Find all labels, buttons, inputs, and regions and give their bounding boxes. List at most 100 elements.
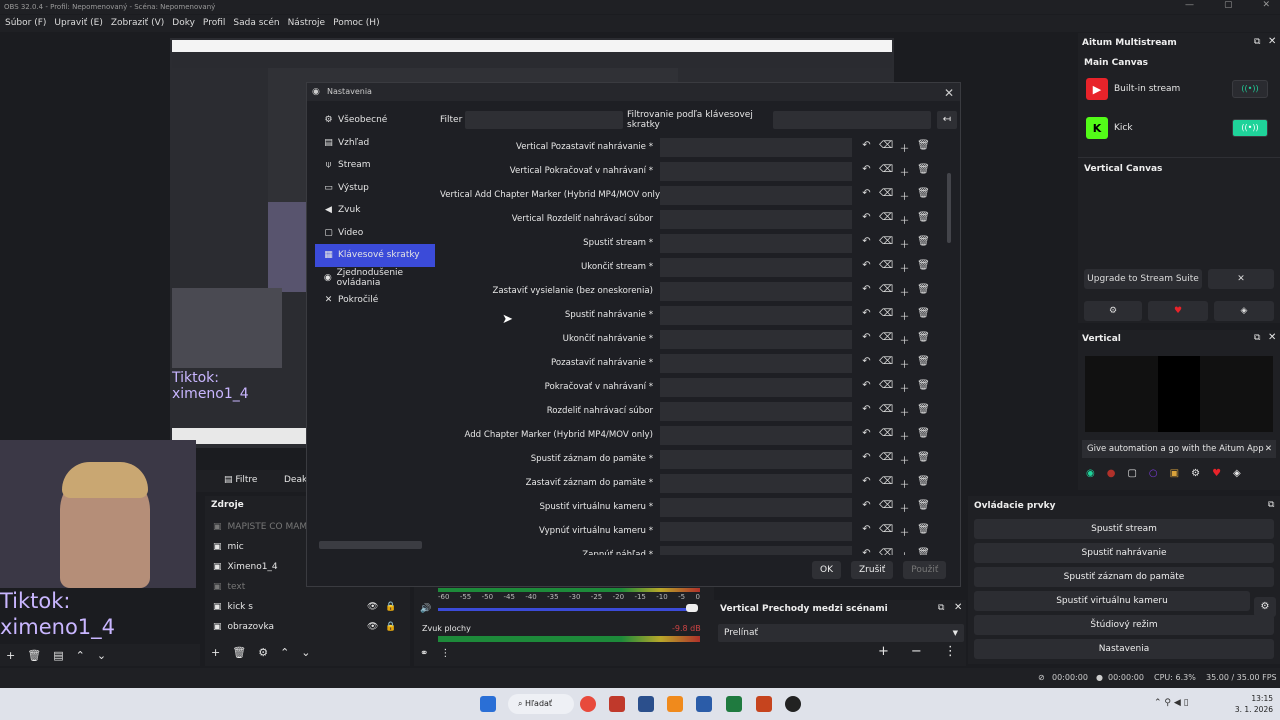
clear-icon[interactable]: ⌫ <box>879 164 893 179</box>
trash-icon[interactable]: 🗑 <box>917 188 930 203</box>
revert-icon[interactable]: ↶ <box>860 428 873 443</box>
clear-icon[interactable]: ⌫ <box>879 140 893 155</box>
heart-icon[interactable]: ♥ <box>1212 468 1221 479</box>
dock-close-icon[interactable]: ✕ <box>954 602 962 613</box>
source-settings-icon[interactable]: ⚙ <box>258 646 268 659</box>
virtual-camera-settings-icon[interactable]: ⚙ <box>1254 597 1276 617</box>
add-icon[interactable]: ＋ <box>898 212 911 227</box>
trash-icon[interactable]: 🗑 <box>917 140 930 155</box>
hotkey-scrollbar[interactable] <box>947 173 951 243</box>
eye-icon[interactable]: 👁 <box>367 622 378 632</box>
close-icon[interactable]: ✕ <box>944 84 954 102</box>
chrome-icon[interactable] <box>580 696 596 712</box>
hotkey-input[interactable] <box>660 449 852 469</box>
taskbar-search[interactable]: ⌕ Hľadať <box>508 694 574 714</box>
trash-icon[interactable]: 🗑 <box>917 404 930 419</box>
control-button[interactable]: Spustiť nahrávanie <box>974 543 1274 563</box>
clear-icon[interactable]: ⌫ <box>879 380 893 395</box>
hotkey-input[interactable] <box>660 401 852 421</box>
menu-tools[interactable]: Nástroje <box>288 15 326 32</box>
dock-close-icon[interactable]: ✕ <box>1268 332 1276 343</box>
hotkey-input[interactable] <box>660 161 852 181</box>
revert-icon[interactable]: ↶ <box>860 284 873 299</box>
clear-icon[interactable]: ⌫ <box>879 356 893 371</box>
close-icon[interactable]: ✕ <box>1265 440 1272 458</box>
cancel-button[interactable]: Zrušiť <box>851 561 894 579</box>
revert-icon[interactable]: ↶ <box>860 500 873 515</box>
tray-icons[interactable]: ⌃ ⚲ ◀ ▯ <box>1154 698 1189 708</box>
revert-icon[interactable]: ↶ <box>860 236 873 251</box>
reset-filter-icon[interactable]: ↤ <box>937 111 957 129</box>
hotkey-input[interactable] <box>660 233 852 253</box>
revert-icon[interactable]: ↶ <box>860 476 873 491</box>
clear-icon[interactable]: ⌫ <box>879 476 893 491</box>
clear-icon[interactable]: ⌫ <box>879 332 893 347</box>
revert-icon[interactable]: ↶ <box>860 404 873 419</box>
add-icon[interactable]: ＋ <box>898 500 911 515</box>
add-transition-icon[interactable]: + <box>878 644 889 659</box>
trash-icon[interactable]: 🗑 <box>917 284 930 299</box>
dock-popout-icon[interactable]: ⧉ <box>1268 500 1274 510</box>
add-icon[interactable]: ＋ <box>898 164 911 179</box>
hotkey-input[interactable] <box>660 497 852 517</box>
hotkey-input[interactable] <box>660 425 852 445</box>
menu-view[interactable]: Zobraziť (V) <box>111 15 164 32</box>
filter-hotkey-input[interactable] <box>773 111 931 129</box>
dock-popout-icon[interactable]: ⧉ <box>1254 333 1260 343</box>
menu-profile[interactable]: Profil <box>203 15 225 32</box>
clear-icon[interactable]: ⌫ <box>879 548 893 556</box>
powerpoint-icon[interactable] <box>756 696 772 712</box>
scene-up-icon[interactable]: ⌃ <box>76 649 85 662</box>
add-icon[interactable]: ＋ <box>898 356 911 371</box>
app-red-icon[interactable] <box>609 696 625 712</box>
filters-button[interactable]: ▤ Filtre <box>224 475 257 485</box>
trash-icon[interactable]: 🗑 <box>917 164 930 179</box>
scene-down-icon[interactable]: ⌄ <box>97 649 106 662</box>
revert-icon[interactable]: ↶ <box>860 260 873 275</box>
add-scene-icon[interactable]: + <box>6 649 15 662</box>
hotkey-input[interactable] <box>660 281 852 301</box>
add-icon[interactable]: ＋ <box>898 404 911 419</box>
dock-close-icon[interactable]: ✕ <box>1268 36 1276 47</box>
trash-icon[interactable]: 🗑 <box>917 260 930 275</box>
revert-icon[interactable]: ↶ <box>860 380 873 395</box>
remove-transition-icon[interactable]: − <box>911 644 922 659</box>
stream-icon[interactable]: ◉ <box>1086 468 1095 479</box>
add-icon[interactable]: ＋ <box>898 284 911 299</box>
trash-icon[interactable]: 🗑 <box>917 500 930 515</box>
lock-icon[interactable]: 🔒 <box>385 602 396 612</box>
filter-input[interactable] <box>465 111 623 129</box>
settings-nav-item[interactable]: ▢ Video <box>315 222 435 245</box>
trash-icon[interactable]: 🗑 <box>917 428 930 443</box>
clear-icon[interactable]: ⌫ <box>879 500 893 515</box>
add-icon[interactable]: ＋ <box>898 332 911 347</box>
replay-icon[interactable]: ▣ <box>1170 468 1179 479</box>
menu-file[interactable]: Súbor (F) <box>5 15 46 32</box>
vlc-icon[interactable] <box>667 696 683 712</box>
aitum-settings-icon[interactable]: ⚙ <box>1084 301 1142 321</box>
add-icon[interactable]: ＋ <box>898 548 911 556</box>
aitum-logo-icon[interactable]: ◈ <box>1214 301 1274 321</box>
revert-icon[interactable]: ↶ <box>860 140 873 155</box>
maximize-icon[interactable]: ▢ <box>1224 0 1233 14</box>
speaker-icon[interactable]: 🔊 <box>420 604 431 614</box>
clear-icon[interactable]: ⌫ <box>879 260 893 275</box>
volume-slider-handle[interactable] <box>686 604 698 612</box>
revert-icon[interactable]: ↶ <box>860 548 873 556</box>
clear-icon[interactable]: ⌫ <box>879 428 893 443</box>
add-icon[interactable]: ＋ <box>898 140 911 155</box>
clear-icon[interactable]: ⌫ <box>879 452 893 467</box>
menu-help[interactable]: Pomoc (H) <box>333 15 380 32</box>
add-icon[interactable]: ＋ <box>898 188 911 203</box>
source-item[interactable]: ▣ obrazovka 👁 🔒 <box>213 618 403 636</box>
windows-start-icon[interactable] <box>480 696 496 712</box>
revert-icon[interactable]: ↶ <box>860 164 873 179</box>
move-down-icon[interactable]: ⌄ <box>301 646 310 659</box>
hotkey-input[interactable] <box>660 545 852 555</box>
lock-icon[interactable]: 🔒 <box>385 622 396 632</box>
control-button[interactable]: Spustiť virtuálnu kameru <box>974 591 1250 611</box>
settings-nav-item[interactable]: ⍦ Stream <box>315 154 435 177</box>
trash-icon[interactable]: 🗑 <box>917 236 930 251</box>
trash-icon[interactable]: 🗑 <box>917 548 930 556</box>
settings-nav-item[interactable]: ✕ Pokročilé <box>315 289 435 312</box>
